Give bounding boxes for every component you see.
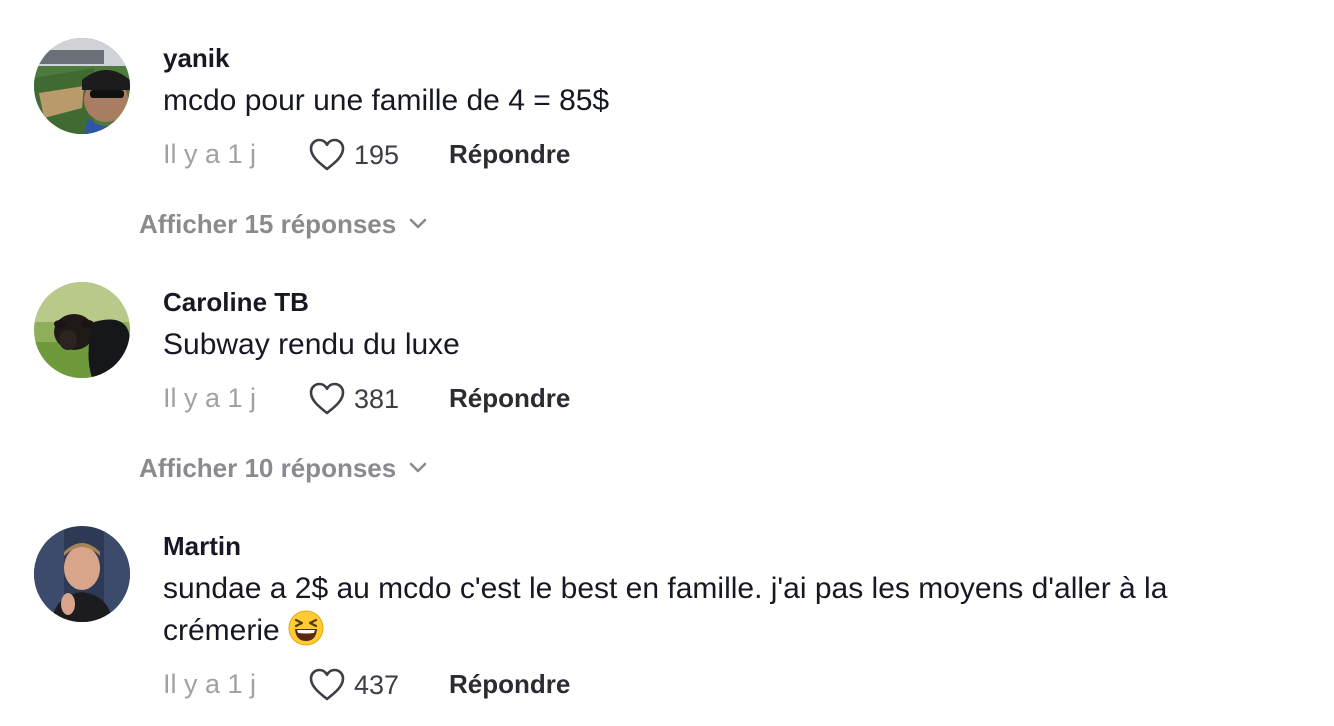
reply-button[interactable]: Répondre [449,383,570,414]
heart-outline-icon[interactable] [308,137,346,173]
comment-text-line: crémerie [163,610,1303,652]
comment-text: Subway rendu du luxe [163,328,460,361]
comment-actions: Il y a 1 j 381 Répondre [163,379,763,419]
reply-button[interactable]: Répondre [449,139,570,170]
comment-actions: Il y a 1 j 437 Répondre [163,665,763,705]
comment-text-line: sundae a 2$ au mcdo c'est le best en fam… [163,572,1168,605]
avatar[interactable] [34,38,130,134]
like-count: 437 [354,669,400,700]
like-button[interactable]: 195 [308,135,399,175]
timestamp: Il y a 1 j [163,383,257,413]
username[interactable]: Caroline TB [163,287,309,318]
show-replies-button[interactable]: Afficher 15 réponses [139,206,428,242]
comment-actions: Il y a 1 j 195 Répondre [163,135,763,175]
comment-text-fragment: crémerie [163,614,280,647]
username[interactable]: Martin [163,531,241,562]
show-replies-label[interactable]: Afficher 10 réponses [139,453,396,484]
avatar-martin-image [34,526,130,622]
avatar-yanik-image [34,38,130,134]
reply-button[interactable]: Répondre [449,669,570,700]
show-replies-button[interactable]: Afficher 10 réponses [139,450,428,486]
chevron-down-icon[interactable] [408,217,428,231]
show-replies-label[interactable]: Afficher 15 réponses [139,209,396,240]
avatar[interactable] [34,526,130,622]
like-button[interactable]: 437 [308,665,399,705]
avatar[interactable] [34,282,130,378]
timestamp: Il y a 1 j [163,139,257,169]
grinning-squinting-face-emoji-icon [288,610,324,646]
like-count: 195 [354,139,400,170]
like-button[interactable]: 381 [308,379,399,419]
heart-outline-icon[interactable] [308,381,346,417]
heart-outline-icon[interactable] [308,667,346,703]
comment-text: sundae a 2$ au mcdo c'est le best en fam… [163,568,1303,652]
timestamp: Il y a 1 j [163,669,257,699]
comment-text: mcdo pour une famille de 4 = 85$ [163,84,610,117]
username[interactable]: yanik [163,43,230,74]
like-count: 381 [354,383,400,414]
chevron-down-icon[interactable] [408,461,428,475]
avatar-caroline-image [34,282,130,378]
